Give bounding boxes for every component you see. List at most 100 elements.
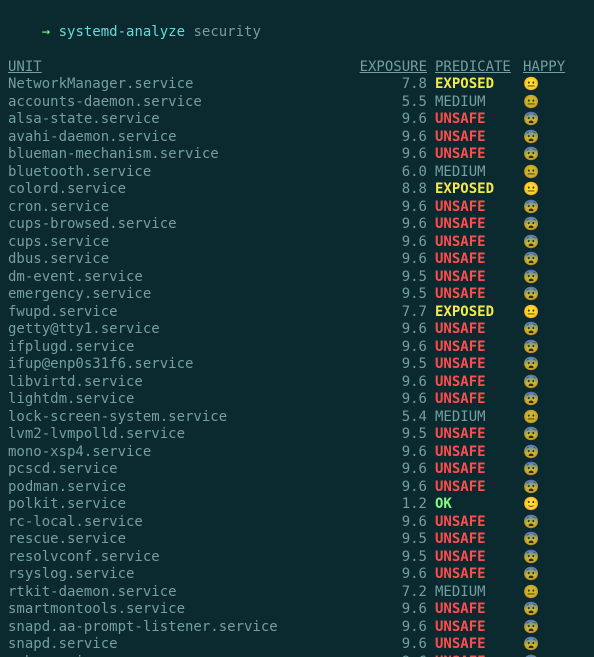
cell-predicate: UNSAFE bbox=[427, 479, 515, 497]
cell-happy-icon: 😨 bbox=[515, 374, 570, 392]
cell-unit: resolvconf.service bbox=[8, 549, 352, 567]
table-row: cron.service9.6UNSAFE😨 bbox=[8, 199, 586, 217]
cell-predicate: UNSAFE bbox=[427, 146, 515, 164]
cell-exposure: 9.6 bbox=[352, 339, 427, 357]
cell-predicate: UNSAFE bbox=[427, 549, 515, 567]
cell-happy-icon: 😨 bbox=[515, 479, 570, 497]
cell-exposure: 5.4 bbox=[352, 409, 427, 427]
cell-exposure: 9.6 bbox=[352, 321, 427, 339]
cell-exposure: 7.8 bbox=[352, 76, 427, 94]
header-exposure: EXPOSURE bbox=[352, 59, 427, 77]
cell-happy-icon: 😨 bbox=[515, 111, 570, 129]
prompt-command: systemd-analyze bbox=[59, 24, 185, 40]
table-row: ifup@enp0s31f6.service9.5UNSAFE😨 bbox=[8, 356, 586, 374]
cell-unit: accounts-daemon.service bbox=[8, 94, 352, 112]
header-predicate: PREDICATE bbox=[427, 59, 515, 77]
cell-predicate: MEDIUM bbox=[427, 94, 515, 112]
table-row: ifplugd.service9.6UNSAFE😨 bbox=[8, 339, 586, 357]
table-row: lock-screen-system.service5.4MEDIUM😐 bbox=[8, 409, 586, 427]
table-row: accounts-daemon.service5.5MEDIUM😐 bbox=[8, 94, 586, 112]
cell-exposure: 9.6 bbox=[352, 444, 427, 462]
cell-happy-icon: 😨 bbox=[515, 391, 570, 409]
cell-unit: cron.service bbox=[8, 199, 352, 217]
cell-predicate: MEDIUM bbox=[427, 409, 515, 427]
cell-unit: NetworkManager.service bbox=[8, 76, 352, 94]
table-row: cups.service9.6UNSAFE😨 bbox=[8, 234, 586, 252]
cell-unit: mono-xsp4.service bbox=[8, 444, 352, 462]
cell-unit: polkit.service bbox=[8, 496, 352, 514]
cell-unit: rsyslog.service bbox=[8, 566, 352, 584]
cell-unit: ssh.service bbox=[8, 654, 352, 657]
cell-exposure: 9.6 bbox=[352, 566, 427, 584]
terminal-window: → systemd-analyze security UNIT EXPOSURE… bbox=[0, 0, 594, 657]
cell-exposure: 9.6 bbox=[352, 129, 427, 147]
cell-exposure: 9.6 bbox=[352, 479, 427, 497]
cell-happy-icon: 😨 bbox=[515, 234, 570, 252]
cell-exposure: 9.5 bbox=[352, 426, 427, 444]
cell-happy-icon: 😨 bbox=[515, 619, 570, 637]
cell-unit: cups-browsed.service bbox=[8, 216, 352, 234]
cell-unit: lvm2-lvmpolld.service bbox=[8, 426, 352, 444]
cell-predicate: UNSAFE bbox=[427, 321, 515, 339]
table-row: mono-xsp4.service9.6UNSAFE😨 bbox=[8, 444, 586, 462]
cell-exposure: 9.6 bbox=[352, 636, 427, 654]
cell-exposure: 9.5 bbox=[352, 531, 427, 549]
table-row: getty@tty1.service9.6UNSAFE😨 bbox=[8, 321, 586, 339]
cell-happy-icon: 😨 bbox=[515, 566, 570, 584]
table-row: snapd.service9.6UNSAFE😨 bbox=[8, 636, 586, 654]
cell-predicate: UNSAFE bbox=[427, 234, 515, 252]
cell-predicate: UNSAFE bbox=[427, 269, 515, 287]
cell-exposure: 9.6 bbox=[352, 216, 427, 234]
prompt-line: → systemd-analyze security bbox=[8, 6, 586, 59]
cell-exposure: 9.6 bbox=[352, 234, 427, 252]
cell-predicate: UNSAFE bbox=[427, 391, 515, 409]
cell-unit: alsa-state.service bbox=[8, 111, 352, 129]
table-row: cups-browsed.service9.6UNSAFE😨 bbox=[8, 216, 586, 234]
table-row: pcscd.service9.6UNSAFE😨 bbox=[8, 461, 586, 479]
cell-exposure: 9.5 bbox=[352, 286, 427, 304]
cell-exposure: 9.5 bbox=[352, 549, 427, 567]
cell-unit: podman.service bbox=[8, 479, 352, 497]
cell-predicate: UNSAFE bbox=[427, 636, 515, 654]
cell-unit: avahi-daemon.service bbox=[8, 129, 352, 147]
cell-predicate: UNSAFE bbox=[427, 374, 515, 392]
cell-predicate: UNSAFE bbox=[427, 286, 515, 304]
prompt-arrow: → bbox=[42, 24, 50, 40]
table-row: bluetooth.service6.0MEDIUM😐 bbox=[8, 164, 586, 182]
cell-happy-icon: 😐 bbox=[515, 164, 570, 182]
table-row: alsa-state.service9.6UNSAFE😨 bbox=[8, 111, 586, 129]
cell-exposure: 9.6 bbox=[352, 601, 427, 619]
cell-happy-icon: 😨 bbox=[515, 251, 570, 269]
cell-exposure: 9.5 bbox=[352, 356, 427, 374]
cell-happy-icon: 😨 bbox=[515, 444, 570, 462]
cell-unit: rc-local.service bbox=[8, 514, 352, 532]
cell-predicate: UNSAFE bbox=[427, 216, 515, 234]
table-row: rtkit-daemon.service7.2MEDIUM😐 bbox=[8, 584, 586, 602]
cell-unit: blueman-mechanism.service bbox=[8, 146, 352, 164]
cell-predicate: UNSAFE bbox=[427, 426, 515, 444]
cell-happy-icon: 😨 bbox=[515, 356, 570, 374]
cell-predicate: EXPOSED bbox=[427, 304, 515, 322]
table-header: UNIT EXPOSURE PREDICATE HAPPY bbox=[8, 59, 586, 77]
cell-exposure: 9.6 bbox=[352, 391, 427, 409]
cell-exposure: 9.5 bbox=[352, 269, 427, 287]
cell-unit: ifup@enp0s31f6.service bbox=[8, 356, 352, 374]
table-row: smartmontools.service9.6UNSAFE😨 bbox=[8, 601, 586, 619]
table-row: colord.service8.8EXPOSED😐 bbox=[8, 181, 586, 199]
table-row: snapd.aa-prompt-listener.service9.6UNSAF… bbox=[8, 619, 586, 637]
cell-happy-icon: 😐 bbox=[515, 76, 570, 94]
table-row: blueman-mechanism.service9.6UNSAFE😨 bbox=[8, 146, 586, 164]
cell-predicate: MEDIUM bbox=[427, 164, 515, 182]
cell-predicate: UNSAFE bbox=[427, 129, 515, 147]
cell-happy-icon: 😨 bbox=[515, 426, 570, 444]
table-row: libvirtd.service9.6UNSAFE😨 bbox=[8, 374, 586, 392]
cell-unit: snapd.aa-prompt-listener.service bbox=[8, 619, 352, 637]
cell-unit: smartmontools.service bbox=[8, 601, 352, 619]
cell-predicate: OK bbox=[427, 496, 515, 514]
cell-happy-icon: 😐 bbox=[515, 94, 570, 112]
cell-unit: colord.service bbox=[8, 181, 352, 199]
table-row: rescue.service9.5UNSAFE😨 bbox=[8, 531, 586, 549]
cell-predicate: UNSAFE bbox=[427, 619, 515, 637]
cell-exposure: 7.2 bbox=[352, 584, 427, 602]
cell-happy-icon: 😨 bbox=[515, 146, 570, 164]
